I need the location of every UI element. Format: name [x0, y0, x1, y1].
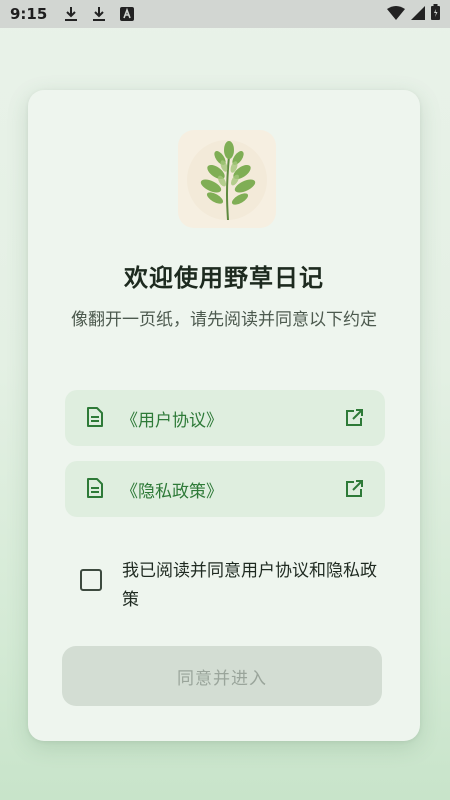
consent-row: 我已阅读并同意用户协议和隐私政策	[80, 557, 380, 615]
download-icon	[61, 4, 81, 24]
page-subtitle: 像翻开一页纸，请先阅读并同意以下约定	[71, 310, 377, 330]
wifi-icon	[387, 5, 405, 24]
page-title: 欢迎使用野草日记	[124, 264, 324, 292]
status-icons	[387, 4, 440, 24]
document-icon	[87, 407, 105, 429]
agree-and-enter-button[interactable]: 同意并进入	[62, 646, 382, 706]
app-a-icon	[117, 4, 137, 24]
battery-icon	[431, 4, 440, 24]
open-external-icon	[345, 409, 363, 427]
download-icon	[89, 4, 109, 24]
privacy-policy-link[interactable]: 《隐私政策》	[65, 461, 385, 517]
document-icon	[87, 478, 105, 500]
app-logo	[178, 130, 276, 228]
welcome-card: 欢迎使用野草日记 像翻开一页纸，请先阅读并同意以下约定 《用户协议》 《隐私政策…	[28, 90, 420, 741]
status-time: 9:15	[10, 5, 48, 23]
user-agreement-link[interactable]: 《用户协议》	[65, 390, 385, 446]
status-bar: 9:15	[0, 0, 450, 28]
consent-label[interactable]: 我已阅读并同意用户协议和隐私政策	[122, 557, 377, 615]
consent-checkbox[interactable]	[80, 569, 102, 591]
open-external-icon	[345, 480, 363, 498]
privacy-policy-label: 《隐私政策》	[121, 481, 223, 502]
signal-icon	[411, 5, 425, 24]
user-agreement-label: 《用户协议》	[121, 410, 223, 431]
herb-illustration-icon	[187, 140, 267, 221]
